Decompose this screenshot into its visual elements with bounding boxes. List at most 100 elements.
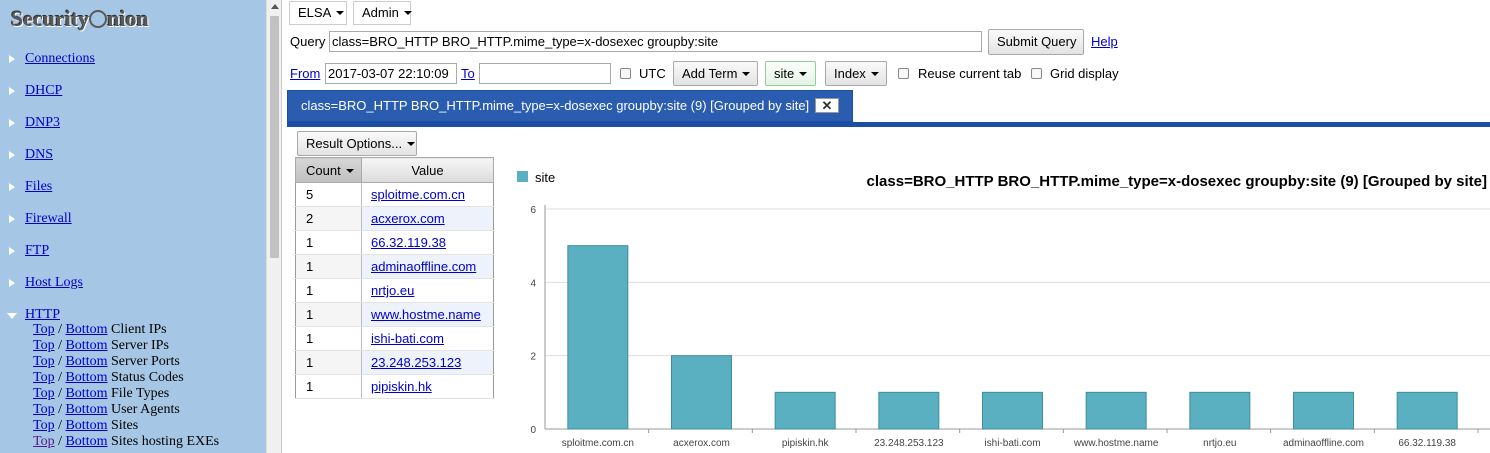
to-date-input[interactable] xyxy=(479,63,611,84)
site-groupby-button[interactable]: site xyxy=(765,61,816,86)
http-subitem: Top / Bottom Sites xyxy=(33,418,138,434)
sidebar: Security nion Connections DHCP DNP3 DNS Files… xyxy=(0,0,266,453)
table-row: 5 sploitme.com.cn xyxy=(295,182,494,207)
bottom-link[interactable]: Bottom xyxy=(65,402,107,417)
main-panel: ELSA Admin Query Submit Query Help From … xyxy=(287,0,1490,453)
top-link[interactable]: Top xyxy=(33,386,55,401)
site-link[interactable]: nrtjo.eu xyxy=(371,283,414,298)
result-tab[interactable]: class=BRO_HTTP BRO_HTTP.mime_type=x-dose… xyxy=(287,90,853,122)
result-options-button[interactable]: Result Options... xyxy=(297,131,417,156)
table-row: 1 nrtjo.eu xyxy=(295,278,494,303)
triangle-down-icon[interactable] xyxy=(7,313,17,319)
top-link[interactable]: Top xyxy=(33,434,55,449)
triangle-right-icon[interactable] xyxy=(9,87,15,95)
top-link[interactable]: Top xyxy=(33,370,55,385)
help-link[interactable]: Help xyxy=(1091,34,1118,49)
value-cell: 23.248.253.123 xyxy=(361,350,494,375)
count-cell: 2 xyxy=(295,206,362,231)
value-cell: nrtjo.eu xyxy=(361,278,494,303)
triangle-right-icon[interactable] xyxy=(9,183,15,191)
sidebar-item-link[interactable]: DNS xyxy=(25,147,53,163)
sidebar-item-link[interactable]: Files xyxy=(25,179,52,195)
sidebar-scrollbar[interactable] xyxy=(266,0,281,453)
triangle-right-icon[interactable] xyxy=(9,247,15,255)
bar xyxy=(982,391,1043,430)
subitem-label: Sites xyxy=(107,418,139,433)
x-tick-label: www.hostme.name xyxy=(1073,438,1159,449)
subitem-label: Client IPs xyxy=(107,322,167,337)
site-link[interactable]: www.hostme.name xyxy=(371,307,481,322)
bottom-link[interactable]: Bottom xyxy=(65,354,107,369)
triangle-right-icon[interactable] xyxy=(9,151,15,159)
close-icon[interactable]: ✕ xyxy=(815,98,839,113)
sidebar-item-link[interactable]: Firewall xyxy=(25,211,72,227)
utc-checkbox[interactable] xyxy=(620,68,631,79)
bottom-link[interactable]: Bottom xyxy=(65,386,107,401)
sidebar-item-link[interactable]: DNP3 xyxy=(25,115,60,131)
bar xyxy=(1396,391,1458,430)
admin-menu-button[interactable]: Admin xyxy=(353,1,412,25)
site-link[interactable]: pipiskin.hk xyxy=(371,379,432,394)
chevron-down-icon xyxy=(336,11,345,15)
sidebar-item-link[interactable]: HTTP xyxy=(25,307,60,323)
table-row: 1 adminaoffline.com xyxy=(295,254,494,279)
from-link[interactable]: From xyxy=(290,66,320,81)
sidebar-item-link[interactable]: FTP xyxy=(25,243,49,259)
site-link[interactable]: sploitme.com.cn xyxy=(371,187,465,202)
onion-icon xyxy=(89,10,108,28)
value-column-header[interactable]: Value xyxy=(361,157,494,183)
table-row: 1 www.hostme.name xyxy=(295,302,494,327)
from-date-input[interactable] xyxy=(325,63,457,84)
top-link[interactable]: Top xyxy=(33,354,55,369)
elsa-menu-button[interactable]: ELSA xyxy=(289,1,347,25)
top-link[interactable]: Top xyxy=(33,322,55,337)
bottom-link[interactable]: Bottom xyxy=(65,418,107,433)
value-cell: pipiskin.hk xyxy=(361,374,494,399)
bottom-link[interactable]: Bottom xyxy=(65,370,107,385)
result-options-label: Result Options... xyxy=(306,136,403,151)
add-term-button[interactable]: Add Term xyxy=(673,61,758,86)
x-tick-label: pipiskin.hk xyxy=(782,438,830,449)
value-cell: ishi-bati.com xyxy=(361,326,494,351)
x-tick-label: nrtjo.eu xyxy=(1203,438,1236,449)
y-tick-label: 0 xyxy=(530,425,536,436)
site-link[interactable]: adminaoffline.com xyxy=(371,259,476,274)
count-cell: 5 xyxy=(295,182,362,207)
sidebar-item-link[interactable]: Connections xyxy=(25,51,95,67)
security-onion-logo: Security nion xyxy=(11,6,149,32)
count-header-label: Count xyxy=(306,162,341,178)
scrollbar-thumb[interactable] xyxy=(270,16,279,258)
sidebar-item-link[interactable]: DHCP xyxy=(25,83,62,99)
site-link[interactable]: acxerox.com xyxy=(371,211,445,226)
triangle-right-icon[interactable] xyxy=(9,279,15,287)
site-link[interactable]: ishi-bati.com xyxy=(371,331,444,346)
separator: / xyxy=(54,370,66,385)
top-link[interactable]: Top xyxy=(33,338,55,353)
bottom-link[interactable]: Bottom xyxy=(65,338,107,353)
query-input[interactable] xyxy=(329,31,982,52)
http-subitem: Top / Bottom User Agents xyxy=(33,402,180,418)
count-column-header[interactable]: Count xyxy=(295,157,362,183)
sidebar-item-link[interactable]: Host Logs xyxy=(25,275,83,291)
grid-display-checkbox[interactable] xyxy=(1031,68,1042,79)
triangle-right-icon[interactable] xyxy=(9,55,15,63)
to-link[interactable]: To xyxy=(461,66,475,81)
top-link[interactable]: Top xyxy=(33,418,55,433)
separator: / xyxy=(54,338,66,353)
index-button[interactable]: Index xyxy=(825,61,887,86)
bottom-link[interactable]: Bottom xyxy=(65,434,107,449)
top-link[interactable]: Top xyxy=(33,402,55,417)
submit-query-button[interactable]: Submit Query xyxy=(988,29,1084,55)
chevron-down-icon xyxy=(742,72,751,76)
bottom-link[interactable]: Bottom xyxy=(65,322,107,337)
result-tab-strip: class=BRO_HTTP BRO_HTTP.mime_type=x-dose… xyxy=(287,89,1490,127)
results-table: Count Value 5 sploitme.com.cn 2 acxerox.com… xyxy=(295,157,494,399)
triangle-right-icon[interactable] xyxy=(9,119,15,127)
scroll-up-arrow-icon[interactable] xyxy=(271,4,279,9)
reuse-tab-checkbox[interactable] xyxy=(898,68,909,79)
http-subitem: Top / Bottom File Types xyxy=(33,386,169,402)
site-link[interactable]: 23.248.253.123 xyxy=(371,355,461,370)
triangle-right-icon[interactable] xyxy=(9,215,15,223)
site-link[interactable]: 66.32.119.38 xyxy=(371,235,446,250)
http-subitem: Top / Bottom Client IPs xyxy=(33,322,167,338)
